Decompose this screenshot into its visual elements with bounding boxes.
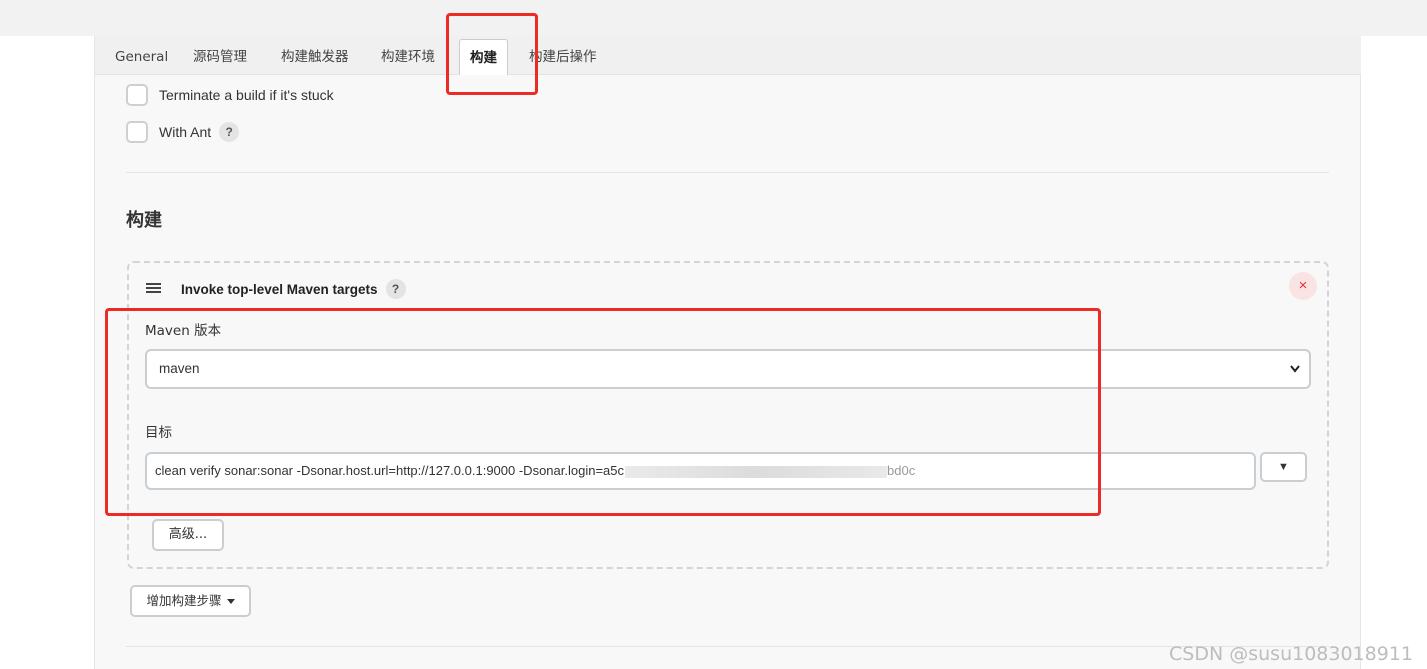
chevron-down-icon xyxy=(1289,351,1301,401)
section-divider xyxy=(126,172,1329,173)
build-step-maven: Invoke top-level Maven targets ? × Maven… xyxy=(127,261,1329,569)
maven-version-select[interactable]: maven xyxy=(145,349,1311,389)
maven-version-label: Maven 版本 xyxy=(145,323,222,339)
tab-source-management[interactable]: 源码管理 xyxy=(193,36,247,75)
goals-label: 目标 xyxy=(145,425,172,441)
goals-value: clean verify sonar:sonar -Dsonar.host.ur… xyxy=(155,463,625,478)
redacted-token-blur xyxy=(625,465,888,478)
build-step-title-text: Invoke top-level Maven targets xyxy=(181,281,378,297)
caret-down-icon xyxy=(226,599,235,604)
maven-version-value: maven xyxy=(159,361,200,376)
option-terminate-stuck[interactable]: Terminate a build if it's stuck xyxy=(126,84,334,106)
expand-goals-button[interactable]: ▼ xyxy=(1260,452,1307,482)
config-panel: General 源码管理 构建触发器 构建环境 构建 构建后操作 Termina… xyxy=(94,36,1361,669)
delete-step-close-icon[interactable]: × xyxy=(1289,272,1317,300)
tab-build-environment[interactable]: 构建环境 xyxy=(381,36,435,75)
section-divider xyxy=(126,646,1329,647)
tab-build[interactable]: 构建 xyxy=(459,39,508,75)
config-tab-bar: General 源码管理 构建触发器 构建环境 构建 构建后操作 xyxy=(95,36,1361,75)
terminate-stuck-label: Terminate a build if it's stuck xyxy=(159,87,334,103)
add-build-step-label: 增加构建步骤 xyxy=(146,593,222,608)
drag-handle-icon[interactable] xyxy=(146,283,161,293)
goals-value-tail: bd0c xyxy=(887,463,916,478)
goals-input[interactable]: clean verify sonar:sonar -Dsonar.host.ur… xyxy=(145,452,1256,490)
tab-post-build-actions[interactable]: 构建后操作 xyxy=(529,36,597,75)
with-ant-checkbox[interactable] xyxy=(126,121,148,143)
help-icon[interactable]: ? xyxy=(219,122,240,142)
add-build-step-button[interactable]: 增加构建步骤 xyxy=(130,585,251,617)
tab-build-triggers[interactable]: 构建触发器 xyxy=(281,36,349,75)
terminate-stuck-checkbox[interactable] xyxy=(126,84,148,106)
watermark: CSDN @susu1083018911 xyxy=(1169,643,1413,665)
section-title-build: 构建 xyxy=(126,210,162,231)
build-step-title: Invoke top-level Maven targets ? xyxy=(181,279,406,299)
with-ant-label: With Ant xyxy=(159,124,212,140)
tab-general[interactable]: General xyxy=(115,36,168,75)
advanced-button[interactable]: 高级... xyxy=(152,519,224,551)
help-icon[interactable]: ? xyxy=(385,279,406,299)
top-strip xyxy=(0,0,1427,36)
option-with-ant[interactable]: With Ant ? xyxy=(126,121,240,143)
